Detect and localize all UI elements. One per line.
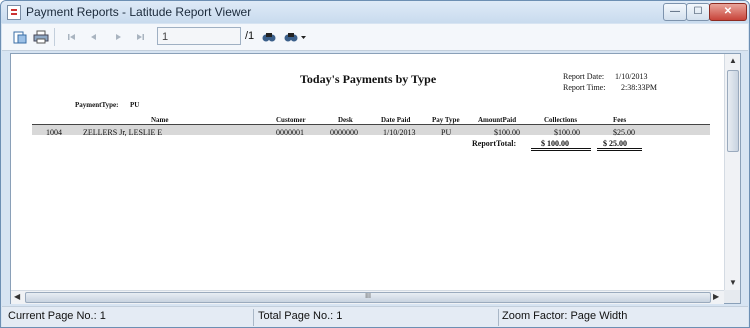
last-page-icon[interactable] (132, 29, 148, 45)
row-pay-type: PU (441, 128, 452, 137)
report-total-fees: $ 25.00 (603, 139, 627, 148)
status-separator (498, 309, 499, 326)
page-number-input[interactable]: 1 (157, 27, 241, 45)
first-page-icon[interactable] (64, 29, 80, 45)
column-header-fees: Fees (613, 116, 627, 124)
scroll-right-icon[interactable]: ▶ (713, 292, 719, 301)
column-header-pay-type: Pay Type (432, 116, 460, 124)
report-app-icon (7, 5, 21, 20)
report-date-label: Report Date: (563, 72, 605, 81)
report-view-pane: Today's Payments by Type Report Date: 1/… (10, 53, 741, 304)
collections-total-double-rule (531, 148, 591, 151)
find-options-icon[interactable] (283, 29, 309, 45)
status-separator (253, 309, 254, 326)
print-icon[interactable] (33, 29, 49, 45)
print-setup-icon[interactable] (12, 29, 28, 45)
report-total-collections: $ 100.00 (541, 139, 569, 148)
horizontal-scrollbar[interactable]: ◀ III ▶ (11, 290, 724, 304)
row-name: ZELLERS Jr, LESLIE E (83, 128, 163, 137)
row-desk: 0000000 (330, 128, 358, 137)
status-bar: Current Page No.: 1 Total Page No.: 1 Zo… (2, 306, 748, 327)
next-page-icon[interactable] (110, 29, 126, 45)
scroll-up-icon[interactable]: ▲ (729, 56, 737, 65)
scroll-left-icon[interactable]: ◀ (14, 292, 20, 301)
report-time-value: 2:38:33PM (621, 83, 658, 92)
title-bar: Payment Reports - Latitude Report Viewer… (1, 1, 749, 23)
close-button[interactable]: ✕ (709, 3, 747, 21)
report-total-label: ReportTotal: (472, 139, 517, 148)
column-header-date-paid: Date Paid (381, 116, 411, 124)
payment-type-label: PaymentType: (75, 101, 119, 109)
total-page-status: Total Page No.: 1 (258, 310, 343, 322)
row-id: 1004 (46, 128, 62, 137)
fees-total-double-rule (597, 148, 642, 151)
row-amount-paid: $100.00 (494, 128, 520, 137)
report-date-value: 1/10/2013 (615, 72, 648, 81)
row-customer: 0000001 (276, 128, 304, 137)
report-time-label: Report Time: (563, 83, 606, 92)
vertical-scrollbar[interactable]: ▲ ▼ (724, 54, 740, 290)
toolbar-separator (54, 28, 55, 46)
report-title: Today's Payments by Type (300, 72, 437, 86)
report-toolbar: 1 /1 (2, 24, 748, 51)
report-viewer-window: Payment Reports - Latitude Report Viewer… (0, 0, 750, 328)
payment-type-value: PU (130, 101, 140, 109)
current-page-status: Current Page No.: 1 (8, 310, 106, 322)
row-date-paid: 1/10/2013 (383, 128, 416, 137)
scroll-down-icon[interactable]: ▼ (729, 278, 737, 287)
horizontal-scroll-thumb[interactable]: III (25, 292, 711, 303)
page-total-label: /1 (245, 30, 255, 42)
scrollbar-corner (724, 290, 740, 303)
column-header-name: Name (151, 116, 169, 124)
window-title: Payment Reports - Latitude Report Viewer (26, 5, 252, 19)
column-header-amount-paid: AmountPaid (478, 116, 517, 124)
find-icon[interactable] (261, 29, 277, 45)
row-collections: $100.00 (554, 128, 580, 137)
vertical-scroll-thumb[interactable] (727, 70, 739, 152)
column-header-collections: Collections (544, 116, 578, 124)
prev-page-icon[interactable] (86, 29, 102, 45)
maximize-button[interactable]: ☐ (686, 3, 710, 21)
column-header-desk: Desk (338, 116, 353, 124)
report-page: Today's Payments by Type Report Date: 1/… (11, 54, 723, 290)
row-fees: $25.00 (613, 128, 635, 137)
zoom-factor-status: Zoom Factor: Page Width (502, 310, 628, 322)
minimize-button[interactable]: — (663, 3, 687, 21)
column-header-customer: Customer (276, 116, 306, 124)
